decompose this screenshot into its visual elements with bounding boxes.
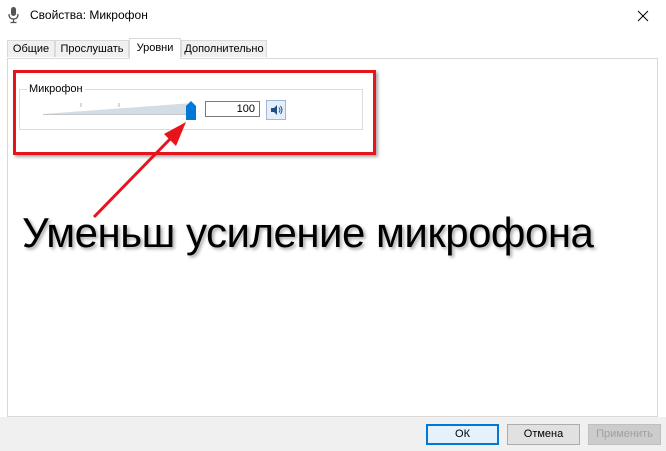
- ok-button[interactable]: ОК: [426, 424, 499, 445]
- cancel-button[interactable]: Отмена: [507, 424, 580, 445]
- close-icon: [637, 10, 649, 21]
- window-title: Свойства: Микрофон: [30, 8, 148, 22]
- close-button[interactable]: [620, 0, 666, 31]
- annotation-highlight-box: [13, 70, 376, 155]
- tab-advanced[interactable]: Дополнительно: [181, 40, 267, 57]
- tab-listen[interactable]: Прослушать: [55, 40, 129, 57]
- title-bar: Свойства: Микрофон: [0, 0, 666, 31]
- apply-button[interactable]: Применить: [588, 424, 661, 445]
- tab-levels[interactable]: Уровни: [129, 38, 181, 59]
- tab-general[interactable]: Общие: [7, 40, 55, 57]
- annotation-text: Уменьш усиление микрофона: [22, 209, 594, 256]
- microphone-icon: [8, 7, 19, 24]
